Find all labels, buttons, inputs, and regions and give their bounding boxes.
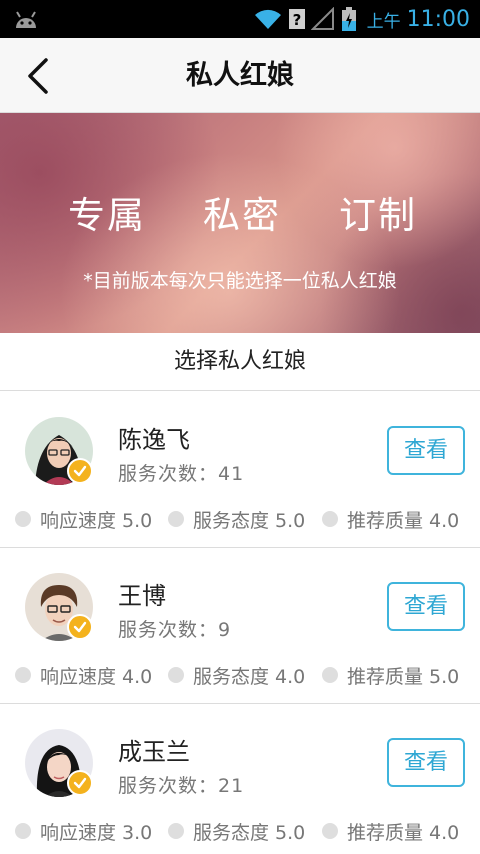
dot-icon (168, 667, 184, 683)
dot-icon (322, 511, 338, 527)
matchmaker-card: 成玉兰 服务次数：21 查看 响应速度 3.0 服务态度 5.0 推荐质量 4.… (0, 704, 480, 854)
rating-service-attitude: 服务态度 5.0 (168, 506, 305, 532)
matchmaker-card: 陈逸飞 服务次数：41 查看 响应速度 5.0 服务态度 5.0 推荐质量 4.… (0, 392, 480, 548)
service-count: 服务次数：41 (118, 463, 245, 485)
rating-recommendation-quality: 推荐质量 4.0 (322, 506, 459, 532)
check-icon (73, 621, 87, 633)
svg-text:?: ? (292, 11, 301, 29)
rating-label: 推荐质量 4.0 (347, 821, 460, 844)
dot-icon (15, 823, 31, 839)
wifi-icon (254, 9, 281, 29)
signal-icon (310, 7, 334, 30)
rating-service-attitude: 服务态度 5.0 (168, 818, 305, 844)
banner-word-exclusive: 专属 (68, 194, 146, 237)
banner-word-custom: 订制 (339, 194, 417, 237)
banner-note: *目前版本每次只能选择一位私人红娘 (83, 270, 397, 292)
matchmaker-name: 王博 (118, 582, 166, 610)
service-count: 服务次数：21 (118, 775, 245, 797)
status-time: 11:00 (406, 6, 470, 32)
rating-response-speed: 响应速度 4.0 (15, 662, 152, 688)
verified-badge (67, 458, 93, 484)
rating-label: 服务态度 5.0 (193, 509, 306, 532)
matchmaker-name: 成玉兰 (118, 738, 190, 766)
dot-icon (168, 511, 184, 527)
verified-badge (67, 614, 93, 640)
matchmaker-list: 陈逸飞 服务次数：41 查看 响应速度 5.0 服务态度 5.0 推荐质量 4.… (0, 392, 480, 854)
rating-recommendation-quality: 推荐质量 5.0 (322, 662, 459, 688)
check-icon (73, 465, 87, 477)
rating-label: 推荐质量 5.0 (347, 665, 460, 688)
unknown-network-icon: ? (288, 9, 305, 29)
dot-icon (168, 823, 184, 839)
rating-label: 响应速度 5.0 (40, 509, 153, 532)
dot-icon (322, 667, 338, 683)
rating-response-speed: 响应速度 3.0 (15, 818, 152, 844)
rating-label: 响应速度 4.0 (40, 665, 153, 688)
section-title: 选择私人红娘 (0, 333, 480, 391)
view-button[interactable]: 查看 (387, 738, 465, 787)
rating-service-attitude: 服务态度 4.0 (168, 662, 305, 688)
page-title: 私人红娘 (186, 60, 294, 91)
rating-row: 响应速度 5.0 服务态度 5.0 推荐质量 4.0 (0, 506, 480, 532)
dot-icon (15, 667, 31, 683)
view-button[interactable]: 查看 (387, 426, 465, 475)
service-count: 服务次数：9 (118, 619, 232, 641)
battery-charging-icon (341, 7, 356, 31)
rating-row: 响应速度 3.0 服务态度 5.0 推荐质量 4.0 (0, 818, 480, 844)
banner-word-private: 私密 (203, 194, 281, 237)
rating-row: 响应速度 4.0 服务态度 4.0 推荐质量 5.0 (0, 662, 480, 688)
rating-recommendation-quality: 推荐质量 4.0 (322, 818, 459, 844)
rating-response-speed: 响应速度 5.0 (15, 506, 152, 532)
status-bar: ? 上午 11:00 (0, 0, 480, 38)
dot-icon (15, 511, 31, 527)
banner-slogan: 专属 私密 订制 (0, 185, 480, 237)
promo-banner: 专属 私密 订制 *目前版本每次只能选择一位私人红娘 (0, 113, 480, 333)
nav-bar: 私人红娘 (0, 38, 480, 113)
android-icon (16, 11, 36, 28)
verified-badge (67, 770, 93, 796)
matchmaker-name: 陈逸飞 (118, 426, 190, 454)
rating-label: 服务态度 5.0 (193, 821, 306, 844)
rating-label: 服务态度 4.0 (193, 665, 306, 688)
rating-label: 推荐质量 4.0 (347, 509, 460, 532)
status-ampm: 上午 (366, 11, 401, 32)
view-button[interactable]: 查看 (387, 582, 465, 631)
dot-icon (322, 823, 338, 839)
rating-label: 响应速度 3.0 (40, 821, 153, 844)
check-icon (73, 777, 87, 789)
matchmaker-card: 王博 服务次数：9 查看 响应速度 4.0 服务态度 4.0 推荐质量 5.0 (0, 548, 480, 704)
